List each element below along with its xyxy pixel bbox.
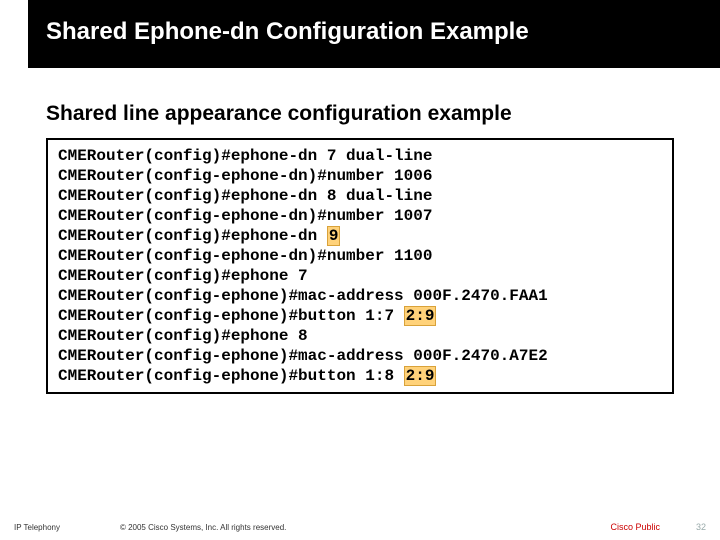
code-line: CMERouter(config)#ephone 8	[58, 326, 662, 346]
title-banner: Shared Ephone-dn Configuration Example	[28, 0, 720, 68]
code-line: CMERouter(config)#ephone-dn 8 dual-line	[58, 186, 662, 206]
config-code-box: CMERouter(config)#ephone-dn 7 dual-line …	[46, 138, 674, 394]
code-line: CMERouter(config-ephone-dn)#number 1006	[58, 166, 662, 186]
code-line: CMERouter(config-ephone-dn)#number 1100	[58, 246, 662, 266]
code-line: CMERouter(config)#ephone 7	[58, 266, 662, 286]
footer-cisco-public: Cisco Public	[610, 522, 660, 532]
code-line: CMERouter(config)#ephone-dn 7 dual-line	[58, 146, 662, 166]
footer-course: IP Telephony	[14, 523, 60, 532]
code-line: CMERouter(config-ephone-dn)#number 1007	[58, 206, 662, 226]
highlight: 9	[327, 226, 341, 246]
footer-copyright: © 2005 Cisco Systems, Inc. All rights re…	[120, 523, 610, 532]
code-line: CMERouter(config-ephone)#mac-address 000…	[58, 346, 662, 366]
code-line: CMERouter(config-ephone)#mac-address 000…	[58, 286, 662, 306]
code-text: CMERouter(config-ephone)#button 1:8	[58, 367, 404, 385]
code-line: CMERouter(config-ephone)#button 1:8 2:9	[58, 366, 662, 386]
highlight: 2:9	[404, 366, 437, 386]
footer: IP Telephony © 2005 Cisco Systems, Inc. …	[0, 522, 720, 532]
code-line: CMERouter(config-ephone)#button 1:7 2:9	[58, 306, 662, 326]
footer-pagenum: 32	[696, 522, 706, 532]
highlight: 2:9	[404, 306, 437, 326]
slide-subtitle: Shared line appearance configuration exa…	[46, 102, 720, 126]
code-text: CMERouter(config)#ephone-dn	[58, 227, 327, 245]
slide-title: Shared Ephone-dn Configuration Example	[28, 0, 720, 46]
code-line: CMERouter(config)#ephone-dn 9	[58, 226, 662, 246]
code-text: CMERouter(config-ephone)#button 1:7	[58, 307, 404, 325]
